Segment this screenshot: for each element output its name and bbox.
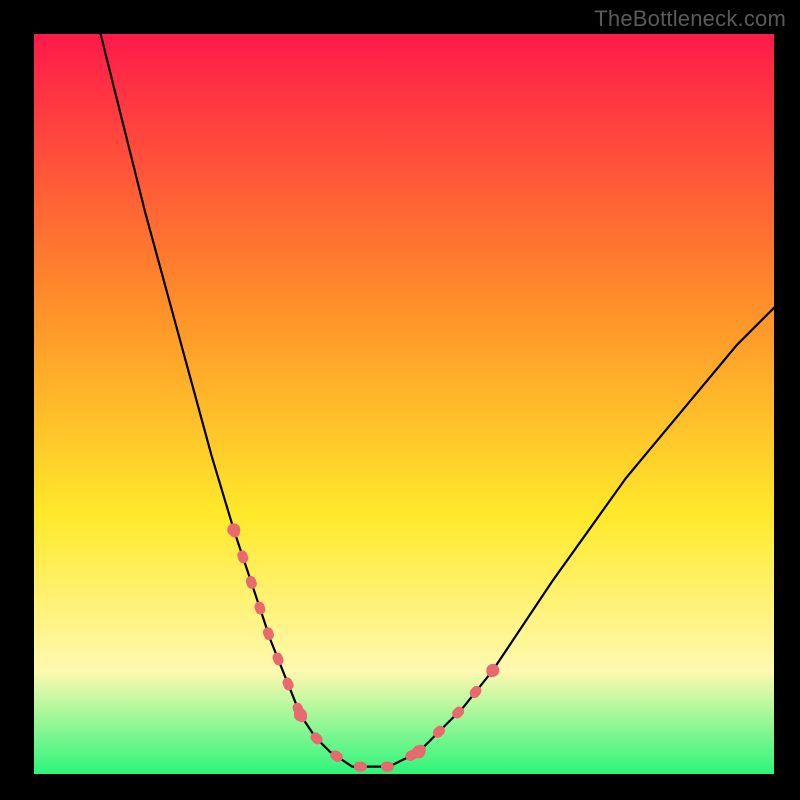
overlay-dot [486, 664, 499, 677]
watermark-label: TheBottleneck.com [594, 6, 786, 32]
overlay-dot [294, 708, 307, 721]
bottleneck-plot [34, 34, 774, 774]
plot-background [34, 34, 774, 774]
chart-stage: TheBottleneck.com [0, 0, 800, 800]
overlay-dot [412, 745, 425, 758]
overlay-dot [227, 523, 240, 536]
